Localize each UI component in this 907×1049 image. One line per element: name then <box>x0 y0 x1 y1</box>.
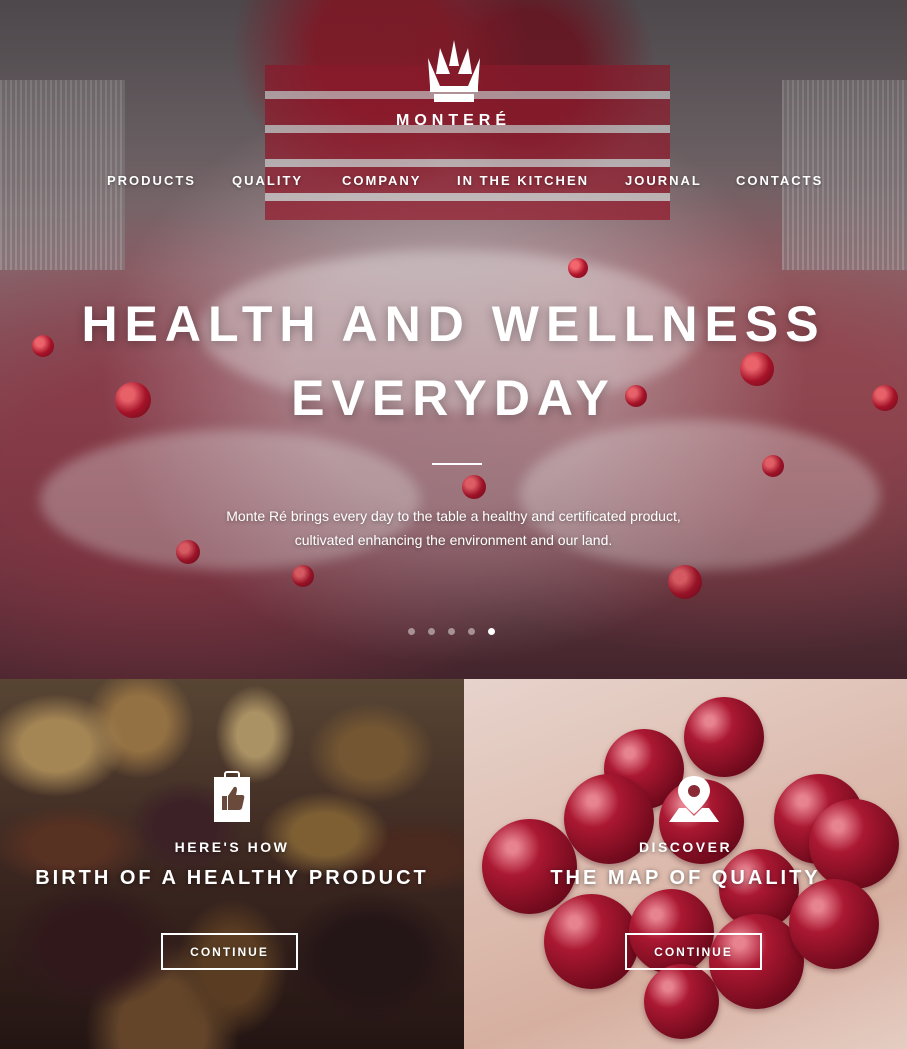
hero-subtext-line-2: cultivated enhancing the environment and… <box>294 532 613 548</box>
hero-headline: HEALTH AND WELLNESS EVERYDAY <box>0 287 907 435</box>
nav-item-quality[interactable]: QUALITY <box>232 173 303 188</box>
panel-map-of-quality: DISCOVER THE MAP OF QUALITY CONTINUE <box>464 679 907 1049</box>
panel-healthy-product: HERE'S HOW BIRTH OF A HEALTHY PRODUCT CO… <box>0 679 464 1049</box>
main-nav: PRODUCTS QUALITY COMPANY IN THE KITCHEN … <box>0 173 907 193</box>
crown-icon <box>427 40 480 102</box>
hero-headline-line-2: EVERYDAY <box>291 370 616 426</box>
continue-button[interactable]: CONTINUE <box>625 933 762 970</box>
slider-dot[interactable] <box>428 628 435 635</box>
panel-kicker: DISCOVER <box>638 839 733 855</box>
nav-item-in-the-kitchen[interactable]: IN THE KITCHEN <box>457 173 589 188</box>
continue-button[interactable]: CONTINUE <box>161 933 298 970</box>
panel-title: THE MAP OF QUALITY <box>550 867 821 889</box>
hero-subtext-line-1: Monte Ré brings every day to the table a… <box>226 508 681 524</box>
panel-overlay <box>464 679 907 1049</box>
nav-item-journal[interactable]: JOURNAL <box>625 173 702 188</box>
slider-dot-active[interactable] <box>488 628 495 635</box>
map-pin-icon <box>669 776 719 822</box>
panel-overlay <box>0 679 464 1049</box>
panel-title: BIRTH OF A HEALTHY PRODUCT <box>35 867 429 889</box>
nav-item-contacts[interactable]: CONTACTS <box>736 173 823 188</box>
hero-divider <box>432 463 482 465</box>
panel-kicker: HERE'S HOW <box>174 839 290 855</box>
slider-dot[interactable] <box>468 628 475 635</box>
slider-dot[interactable] <box>448 628 455 635</box>
brand-wordmark: MONTERÉ <box>396 112 511 129</box>
nav-item-company[interactable]: COMPANY <box>342 173 421 188</box>
slider-dot[interactable] <box>408 628 415 635</box>
hero-headline-line-1: HEALTH AND WELLNESS <box>81 296 826 352</box>
hero-subtext: Monte Ré brings every day to the table a… <box>190 504 717 552</box>
brand-logo[interactable]: MONTERÉ <box>0 40 907 130</box>
nav-item-products[interactable]: PRODUCTS <box>107 173 196 188</box>
thumbs-up-clipboard-icon <box>214 771 250 822</box>
